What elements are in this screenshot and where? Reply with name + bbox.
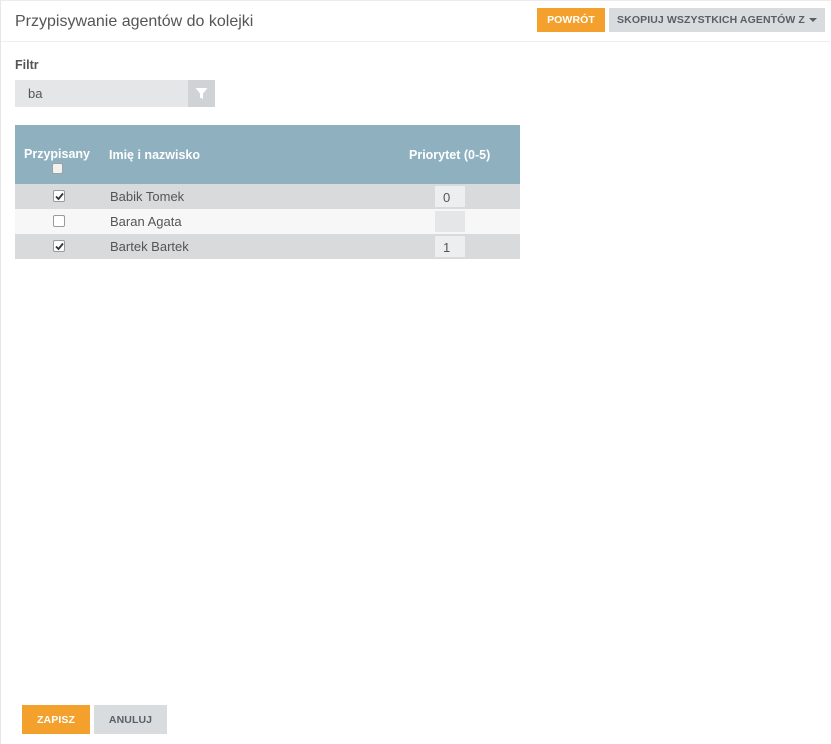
caret-down-icon — [808, 18, 817, 22]
filter-input[interactable] — [15, 80, 188, 107]
page-frame — [0, 0, 831, 744]
priority-input[interactable] — [435, 186, 465, 207]
copy-agents-label: SKOPIUJ WSZYSTKICH AGENTÓW Z — [617, 14, 805, 26]
priority-input[interactable] — [435, 211, 465, 232]
filter-button[interactable] — [188, 80, 215, 107]
assigned-checkbox[interactable] — [53, 215, 65, 227]
checkmark-icon — [54, 242, 64, 250]
back-button[interactable]: POWRÓT — [537, 8, 605, 32]
filter-label: Filtr — [15, 58, 39, 72]
save-button[interactable]: ZAPISZ — [22, 705, 90, 734]
table-row: Babik Tomek — [15, 184, 520, 209]
copy-agents-dropdown-button[interactable]: SKOPIUJ WSZYSTKICH AGENTÓW Z — [609, 8, 825, 32]
column-header-priority: Priorytet (0-5) — [409, 148, 491, 162]
agent-name: Bartek Bartek — [110, 239, 189, 254]
column-header-assigned: Przypisany — [24, 147, 91, 161]
cancel-button[interactable]: ANULUJ — [94, 705, 167, 734]
assigned-checkbox[interactable] — [53, 240, 65, 252]
page-title: Przypisywanie agentów do kolejki — [15, 13, 254, 30]
checkmark-icon — [54, 192, 64, 200]
priority-input[interactable] — [435, 236, 465, 257]
table-row: Bartek Bartek — [15, 234, 520, 259]
agent-name: Baran Agata — [110, 214, 182, 229]
table-row: Baran Agata — [15, 209, 520, 234]
table-header: Przypisany Imię i nazwisko Priorytet (0-… — [15, 125, 520, 184]
column-header-name: Imię i nazwisko — [109, 148, 201, 162]
agent-name: Babik Tomek — [110, 189, 185, 204]
filter-icon — [195, 88, 208, 99]
assigned-checkbox[interactable] — [53, 190, 65, 202]
agents-table: Przypisany Imię i nazwisko Priorytet (0-… — [15, 125, 520, 259]
select-all-checkbox[interactable] — [52, 163, 63, 174]
